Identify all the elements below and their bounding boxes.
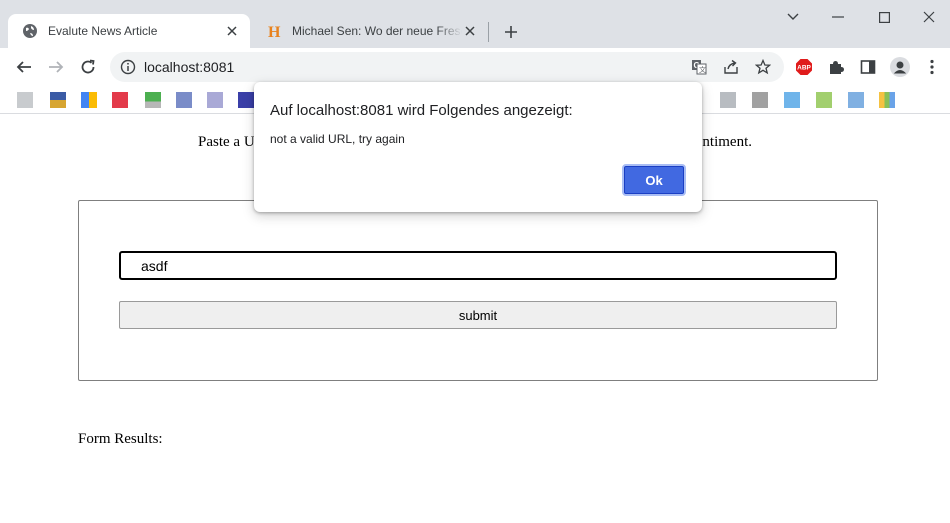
extensions-puzzle-icon[interactable] <box>826 57 846 77</box>
translate-icon[interactable]: G文 <box>690 58 708 76</box>
close-icon[interactable] <box>224 23 240 39</box>
url-text: localhost:8081 <box>144 59 235 75</box>
ok-button[interactable]: Ok <box>622 164 686 196</box>
bookmark-favicon-icon[interactable] <box>112 92 128 108</box>
dialog-title: Auf localhost:8081 wird Folgendes angeze… <box>270 102 573 119</box>
alert-dialog: Auf localhost:8081 wird Folgendes angeze… <box>254 82 702 212</box>
menu-kebab-icon[interactable] <box>922 57 942 77</box>
form-results-label: Form Results: <box>78 431 163 447</box>
h-logo-icon: H <box>266 23 282 39</box>
maximize-icon[interactable] <box>873 6 895 28</box>
tab-michael-sen[interactable]: H Michael Sen: Wo der neue Fresenius <box>252 14 488 48</box>
forward-arrow-icon[interactable] <box>44 55 68 79</box>
bookmark-favicon-icon[interactable] <box>50 92 66 108</box>
bookmark-favicon-icon[interactable] <box>81 92 97 108</box>
close-window-icon[interactable] <box>918 6 940 28</box>
bookmark-favicon-icon[interactable] <box>848 92 864 108</box>
bookmark-favicon-icon[interactable] <box>207 92 223 108</box>
globe-icon <box>22 23 38 39</box>
info-icon[interactable] <box>120 59 136 75</box>
svg-text:文: 文 <box>699 65 706 74</box>
profile-avatar-icon[interactable] <box>890 57 910 77</box>
new-tab-plus-icon[interactable] <box>500 21 522 43</box>
tab-title: Evalute News Article <box>48 24 158 38</box>
star-icon[interactable] <box>754 58 772 76</box>
submit-button[interactable]: submit <box>119 301 837 329</box>
bookmark-favicon-icon[interactable] <box>752 92 768 108</box>
bookmark-favicon-icon[interactable] <box>816 92 832 108</box>
share-icon[interactable] <box>722 58 740 76</box>
tab-search-chevron-icon[interactable] <box>782 6 804 28</box>
tab-evaluate-news[interactable]: Evalute News Article <box>8 14 250 48</box>
bookmark-favicon-icon[interactable] <box>879 92 895 108</box>
dialog-message: not a valid URL, try again <box>270 132 405 146</box>
side-panel-icon[interactable] <box>858 57 878 77</box>
browser-toolbar: localhost:8081 G文 ABP <box>0 48 950 86</box>
close-icon[interactable] <box>462 23 478 39</box>
url-input[interactable] <box>119 251 837 280</box>
reload-icon[interactable] <box>76 55 100 79</box>
minimize-icon[interactable] <box>827 6 849 28</box>
bookmark-favicon-icon[interactable] <box>784 92 800 108</box>
url-form: submit <box>78 200 878 381</box>
bookmark-favicon-icon[interactable] <box>17 92 33 108</box>
tab-separator <box>488 22 489 42</box>
bookmark-favicon-icon[interactable] <box>145 92 161 108</box>
adblock-plus-icon[interactable]: ABP <box>794 57 814 77</box>
bookmark-favicon-icon[interactable] <box>238 92 254 108</box>
bookmark-favicon-icon[interactable] <box>176 92 192 108</box>
tab-strip: Evalute News Article H Michael Sen: Wo d… <box>0 0 950 48</box>
abp-badge-text: ABP <box>797 65 811 72</box>
back-arrow-icon[interactable] <box>12 55 36 79</box>
svg-text:H: H <box>268 24 281 39</box>
tab-title: Michael Sen: Wo der neue Fresenius <box>292 24 462 38</box>
bookmark-favicon-icon[interactable] <box>720 92 736 108</box>
address-bar[interactable]: localhost:8081 G文 <box>110 52 784 82</box>
